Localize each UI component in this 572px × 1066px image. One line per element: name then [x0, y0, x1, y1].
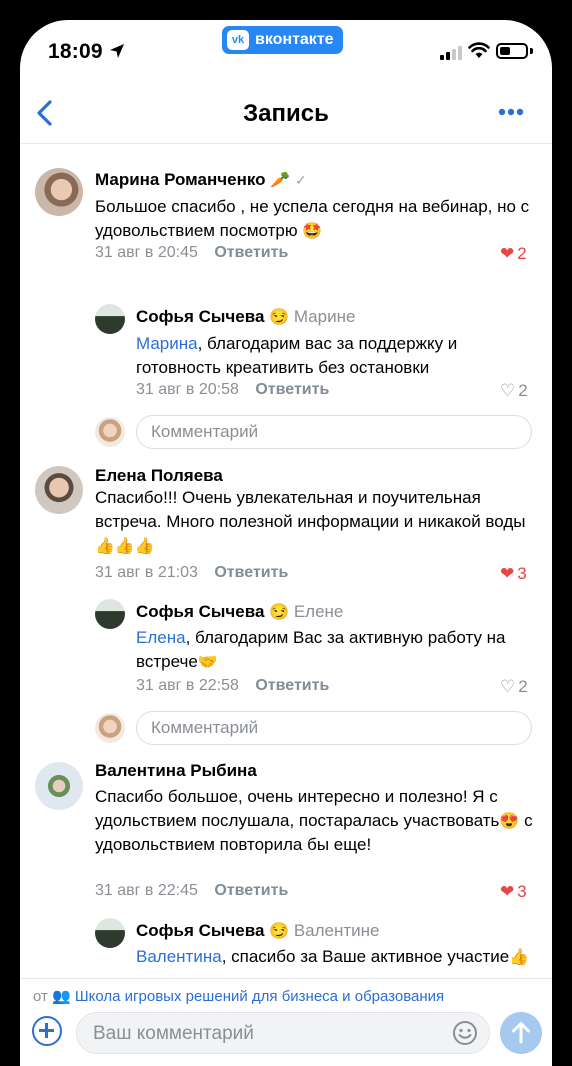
- comment-author[interactable]: Марина Романченко 🥕 ✓: [95, 170, 307, 190]
- comment-date: 31 авг в 20:45: [95, 244, 198, 261]
- avatar[interactable]: [95, 599, 125, 629]
- send-arrow-icon[interactable]: [500, 1012, 542, 1054]
- comment-meta: 31 авг в 22:45 Ответить: [95, 882, 288, 900]
- reply-button[interactable]: Ответить: [214, 882, 288, 899]
- comment-text: Спасибо!!! Очень увлекательная и поучите…: [95, 488, 526, 555]
- comment-date: 31 авг в 21:03: [95, 564, 198, 581]
- like-button[interactable]: ♡ 2: [500, 381, 528, 401]
- reply-button[interactable]: Ответить: [214, 564, 288, 581]
- like-count: 3: [517, 882, 527, 901]
- nav-header: Запись: [20, 84, 552, 144]
- reply-button[interactable]: Ответить: [214, 244, 288, 261]
- reply-author[interactable]: Софья Сычева 😏 Марине: [136, 307, 355, 327]
- comment-text: Большое спасибо , не успела сегодня на в…: [95, 197, 530, 240]
- reply-date: 31 авг в 22:58: [136, 677, 239, 694]
- carrot-badge-icon: 🥕: [270, 172, 291, 189]
- group-icon: 👥: [52, 988, 71, 1005]
- comment-meta: 31 авг в 21:03 Ответить: [95, 564, 288, 582]
- comments-feed: Марина Романченко 🥕 ✓ Большое спасибо , …: [20, 144, 552, 976]
- cellular-signal-icon: [440, 46, 462, 60]
- comment-text: Спасибо большое, очень интересно и полез…: [95, 787, 533, 854]
- verified-check-icon: ✓: [294, 172, 307, 188]
- reply-comment-input[interactable]: Комментарий: [136, 415, 532, 449]
- post-source: от 👥 Школа игровых решений для бизнеса и…: [20, 978, 552, 1008]
- reply-author[interactable]: Софья Сычева 😏 Валентине: [136, 921, 380, 941]
- wifi-icon: [468, 42, 490, 58]
- heart-filled-icon: ❤: [500, 564, 515, 583]
- source-group-link[interactable]: Школа игровых решений для бизнеса и обра…: [75, 988, 444, 1005]
- vk-logo-icon: vk: [227, 30, 249, 50]
- heart-outline-icon: ♡: [500, 381, 516, 400]
- attach-plus-icon[interactable]: [32, 1016, 62, 1046]
- comment-date: 31 авг в 22:45: [95, 882, 198, 899]
- comment-composer: Ваш комментарий: [20, 1008, 552, 1066]
- reply-comment-input[interactable]: Комментарий: [136, 711, 532, 745]
- comment-author[interactable]: Елена Поляева: [95, 466, 223, 486]
- app-return-badge[interactable]: vk вконтакте: [222, 26, 343, 54]
- star-struck-emoji-icon: 🤩: [302, 223, 323, 240]
- heart-eyes-emoji-icon: 😍: [499, 813, 520, 830]
- like-count: 2: [518, 381, 528, 400]
- avatar[interactable]: [35, 168, 83, 216]
- status-time: 18:09: [48, 40, 103, 63]
- reply-to: Елене: [293, 602, 344, 621]
- source-prefix: от: [33, 988, 48, 1005]
- screen: 18:09 vk вконтакте Запись Марина Романче…: [20, 20, 552, 1066]
- location-arrow-icon: [110, 44, 124, 58]
- status-bar: 18:09 vk вконтакте: [20, 20, 552, 84]
- comment-input[interactable]: Ваш комментарий: [76, 1012, 490, 1054]
- mention-link[interactable]: Елена: [136, 628, 186, 647]
- mention-link[interactable]: Марина: [136, 334, 198, 353]
- like-count: 3: [517, 564, 527, 583]
- like-button[interactable]: ♡ 2: [500, 677, 528, 697]
- avatar[interactable]: [35, 762, 83, 810]
- page-title: Запись: [243, 100, 329, 127]
- avatar[interactable]: [35, 466, 83, 514]
- reply-text: Елена, благодарим Вас за активную работу…: [136, 628, 506, 671]
- avatar[interactable]: [95, 918, 125, 948]
- own-avatar: [95, 417, 125, 447]
- reply-text: Валентина, спасибо за Ваше активное учас…: [136, 947, 530, 966]
- thumbs-up-emoji-icon: 👍👍👍: [95, 538, 155, 555]
- smirk-emoji-icon: 😏: [269, 604, 290, 621]
- reply-date: 31 авг в 20:58: [136, 381, 239, 398]
- comment-meta: 31 авг в 20:45 Ответить: [95, 244, 288, 262]
- comment-author[interactable]: Валентина Рыбина: [95, 761, 257, 781]
- own-avatar: [95, 713, 125, 743]
- reply-button[interactable]: Ответить: [255, 381, 329, 398]
- heart-filled-icon: ❤: [500, 882, 515, 901]
- like-count: 2: [517, 244, 527, 263]
- mention-link[interactable]: Валентина: [136, 947, 222, 966]
- reply-text: Марина, благодарим вас за поддержку и го…: [136, 334, 458, 377]
- reply-meta: 31 авг в 22:58 Ответить: [136, 677, 329, 695]
- smirk-emoji-icon: 😏: [269, 923, 290, 940]
- smirk-emoji-icon: 😏: [269, 309, 290, 326]
- reply-to: Валентине: [293, 921, 380, 940]
- reply-button[interactable]: Ответить: [255, 677, 329, 694]
- heart-filled-icon: ❤: [500, 244, 515, 263]
- like-button[interactable]: ❤ 3: [500, 564, 527, 584]
- avatar[interactable]: [95, 304, 125, 334]
- battery-icon: [496, 43, 528, 59]
- emoji-smile-icon[interactable]: [452, 1020, 478, 1046]
- battery-tip: [530, 48, 533, 54]
- like-button[interactable]: ❤ 3: [500, 882, 527, 902]
- like-count: 2: [518, 677, 528, 696]
- more-dots-icon[interactable]: [490, 100, 530, 124]
- reply-meta: 31 авг в 20:58 Ответить: [136, 381, 329, 399]
- handshake-emoji-icon: 🤝: [197, 654, 218, 671]
- phone-frame: 18:09 vk вконтакте Запись Марина Романче…: [0, 0, 572, 1066]
- reply-to: Марине: [293, 307, 356, 326]
- app-return-label: вконтакте: [255, 31, 334, 48]
- reply-author[interactable]: Софья Сычева 😏 Елене: [136, 602, 343, 622]
- thumbs-up-emoji-icon: 👍: [509, 949, 530, 966]
- heart-outline-icon: ♡: [500, 677, 516, 696]
- like-button[interactable]: ❤ 2: [500, 244, 527, 264]
